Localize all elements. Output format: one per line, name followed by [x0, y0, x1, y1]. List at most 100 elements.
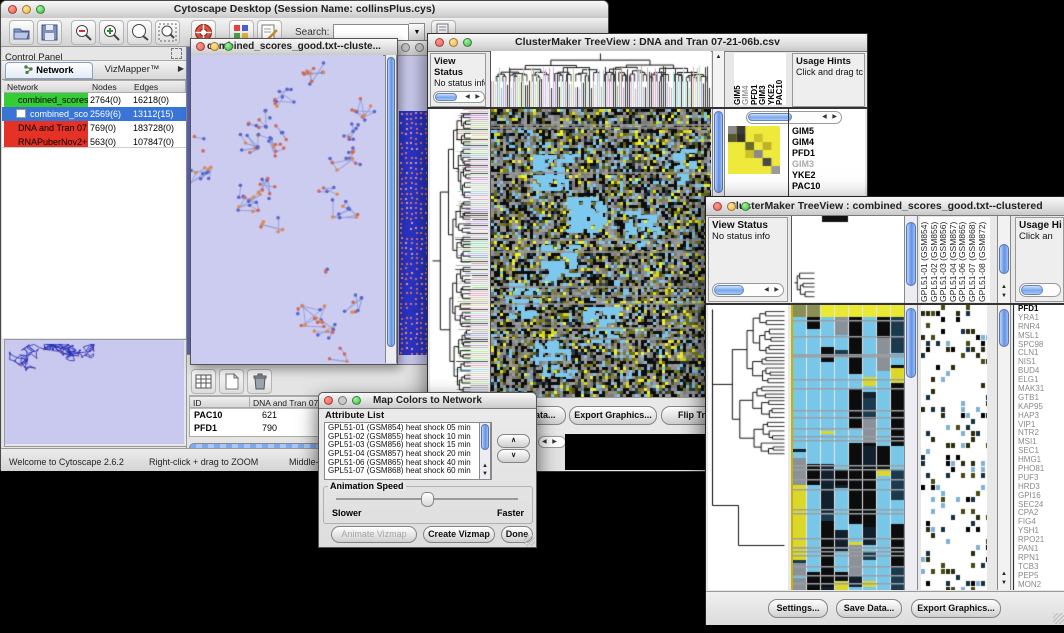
open-session-icon[interactable]	[9, 20, 34, 45]
attribute-list-item[interactable]: GPL51-07 (GSM868) heat shock 60 min	[325, 467, 491, 476]
close-button[interactable]	[401, 43, 410, 52]
gene-label[interactable]: PAC10	[790, 181, 864, 192]
save-data-button[interactable]: Save Data...	[836, 599, 902, 618]
network-overview-canvas[interactable]	[5, 340, 184, 444]
gene-label[interactable]: MON2	[1015, 581, 1064, 590]
network-edges: 183728(0)	[133, 121, 186, 135]
new-attribute-icon[interactable]	[219, 369, 244, 394]
view-status-hscrollbar[interactable]: ◀ ▶	[433, 91, 485, 103]
minimize-button[interactable]	[22, 5, 31, 14]
speed-slider-thumb[interactable]	[421, 492, 434, 507]
zoom-button[interactable]	[224, 42, 233, 51]
control-panel: Control Panel Network VizMapper™ ▶ Netwo…	[2, 47, 187, 448]
attribute-list-item[interactable]: GPL51-06 (GSM865) heat shock 40 min	[325, 459, 491, 468]
gene-label[interactable]: YKE2	[790, 170, 864, 181]
usage-hints-hscrollbar[interactable]	[1019, 283, 1061, 297]
search-dropdown-button[interactable]: ▼	[409, 23, 425, 42]
tab-network[interactable]: Network	[5, 62, 93, 79]
resize-grip[interactable]	[1053, 613, 1064, 624]
minimize-button[interactable]	[449, 38, 458, 47]
column-header[interactable]: Network	[4, 80, 90, 93]
attribute-row-id: PAC10	[194, 409, 222, 422]
treeview2-top-vscrollbar[interactable]	[904, 216, 918, 303]
column-dendrogram-canvas[interactable]	[490, 51, 711, 107]
close-button[interactable]	[435, 38, 444, 47]
selection-heatmap-canvas[interactable]	[921, 305, 987, 590]
animate-vizmap-button[interactable]: Animate Vizmap	[331, 526, 417, 543]
column-label[interactable]: GIM3	[759, 53, 767, 105]
save-session-icon[interactable]	[37, 20, 62, 45]
close-button[interactable]	[196, 42, 205, 51]
minimize-button[interactable]	[338, 396, 347, 405]
column-header[interactable]: Edges	[131, 80, 186, 93]
close-button[interactable]	[324, 396, 333, 405]
export-graphics-button[interactable]: Export Graphics...	[569, 406, 657, 425]
treeview1-top-scroll-strip[interactable]: ▲	[712, 51, 725, 107]
minimize-button[interactable]	[415, 43, 424, 52]
network-table-row[interactable]: DNA and Tran 07 769(0) 183728(0)	[2, 121, 186, 135]
column-dendrogram-canvas[interactable]	[791, 216, 904, 302]
treeview2-labels-scrollbar[interactable]: ▲▼	[997, 216, 1011, 303]
delete-attribute-icon[interactable]	[247, 369, 272, 394]
create-vizmap-button[interactable]: Create Vizmap	[423, 526, 495, 543]
heatmap-canvas[interactable]	[791, 305, 905, 590]
network-table-row[interactable]: combined_scores 2764(0) 16218(0)	[2, 93, 186, 107]
export-graphics-button[interactable]: Export Graphics...	[911, 599, 1001, 618]
network-overview-panel[interactable]	[4, 339, 187, 447]
tab-vizmapper[interactable]: VizMapper™	[95, 62, 169, 77]
network-table-row[interactable]: combined_sco 2569(6) 13112(15)	[2, 107, 186, 121]
network-canvas[interactable]	[191, 55, 383, 363]
resize-grip[interactable]	[524, 535, 535, 546]
column-header[interactable]: Nodes	[89, 80, 132, 93]
network-name: combined_sco	[4, 107, 88, 121]
attribute-list-item[interactable]: GPL51-01 (GSM854) heat shock 05 min	[325, 424, 491, 433]
minimize-button[interactable]	[727, 202, 736, 211]
float-panel-icon[interactable]	[171, 48, 182, 59]
move-up-button[interactable]: ∧	[497, 434, 530, 448]
attribute-row-id: PFD1	[194, 422, 217, 435]
treeview1-bottom-hscrollbar[interactable]: ◀ ▶	[538, 436, 566, 448]
treeview2-gene-list: PFD1YRA1RNR4MSL1SPC98CLN1NIS1BUD4ELG1MAK…	[1015, 305, 1064, 590]
gene-label[interactable]: GIM3	[790, 159, 864, 170]
gene-label[interactable]: GIM4	[790, 137, 864, 148]
row-dendrogram-canvas[interactable]	[708, 305, 788, 590]
main-titlebar[interactable]: Cytoscape Desktop (Session Name: collins…	[1, 1, 608, 19]
zoom-fit-icon[interactable]	[155, 20, 180, 45]
treeview1-mini-hscrollbar[interactable]: ◀ ▶	[746, 111, 842, 124]
attribute-list-scrollbar[interactable]: ▲▼	[479, 423, 491, 479]
attribute-list-item[interactable]: GPL51-03 (GSM856) heat shock 15 min	[325, 441, 491, 450]
zoom-button[interactable]	[741, 202, 750, 211]
tab-overflow-arrow[interactable]: ▶	[178, 64, 184, 73]
attribute-list-item[interactable]: GPL51-04 (GSM857) heat shock 20 min	[325, 450, 491, 459]
column-label[interactable]: PAC10	[776, 53, 784, 105]
zoom-button[interactable]	[36, 5, 45, 14]
data-column-header[interactable]: ID	[190, 396, 250, 408]
view-status-hscrollbar[interactable]: ◀ ▶	[712, 283, 784, 297]
zoom-selected-icon[interactable]	[127, 20, 152, 45]
network-vscrollbar[interactable]	[385, 55, 397, 363]
treeview2-column-labels: GPL51-01 (GSM854)GPL51-02 (GSM855)GPL51-…	[920, 217, 990, 302]
zoom-button[interactable]	[352, 396, 361, 405]
attribute-list-item[interactable]: GPL51-02 (GSM855) heat shock 10 min	[325, 433, 491, 442]
attribute-list[interactable]: GPL51-01 (GSM854) heat shock 05 minGPL51…	[324, 422, 492, 480]
row-dendrogram-canvas[interactable]	[430, 109, 488, 397]
network-nodes: 769(0)	[90, 121, 132, 135]
attribute-select-icon[interactable]	[191, 369, 216, 394]
gene-label[interactable]: GIM5	[790, 126, 864, 137]
gene-label[interactable]: PFD1	[790, 148, 864, 159]
minimize-button[interactable]	[210, 42, 219, 51]
treeview2-vscrollbar[interactable]	[904, 305, 918, 590]
settings-button[interactable]: Settings...	[768, 599, 828, 618]
move-down-button[interactable]: ∨	[497, 449, 530, 463]
zoom-in-icon[interactable]	[99, 20, 124, 45]
search-label: Search:	[295, 27, 329, 38]
treeview2-genes-scrollbar[interactable]: ▲▼	[997, 305, 1011, 590]
column-label[interactable]: GPL51-08 (GSM872)	[978, 217, 988, 302]
similarity-heatmap-canvas[interactable]	[728, 126, 780, 174]
close-button[interactable]	[8, 5, 17, 14]
heatmap-canvas[interactable]	[490, 109, 711, 397]
zoom-out-icon[interactable]	[71, 20, 96, 45]
main-window-title: Cytoscape Desktop (Session Name: collins…	[174, 3, 435, 15]
zoom-button[interactable]	[463, 38, 472, 47]
close-button[interactable]	[713, 202, 722, 211]
